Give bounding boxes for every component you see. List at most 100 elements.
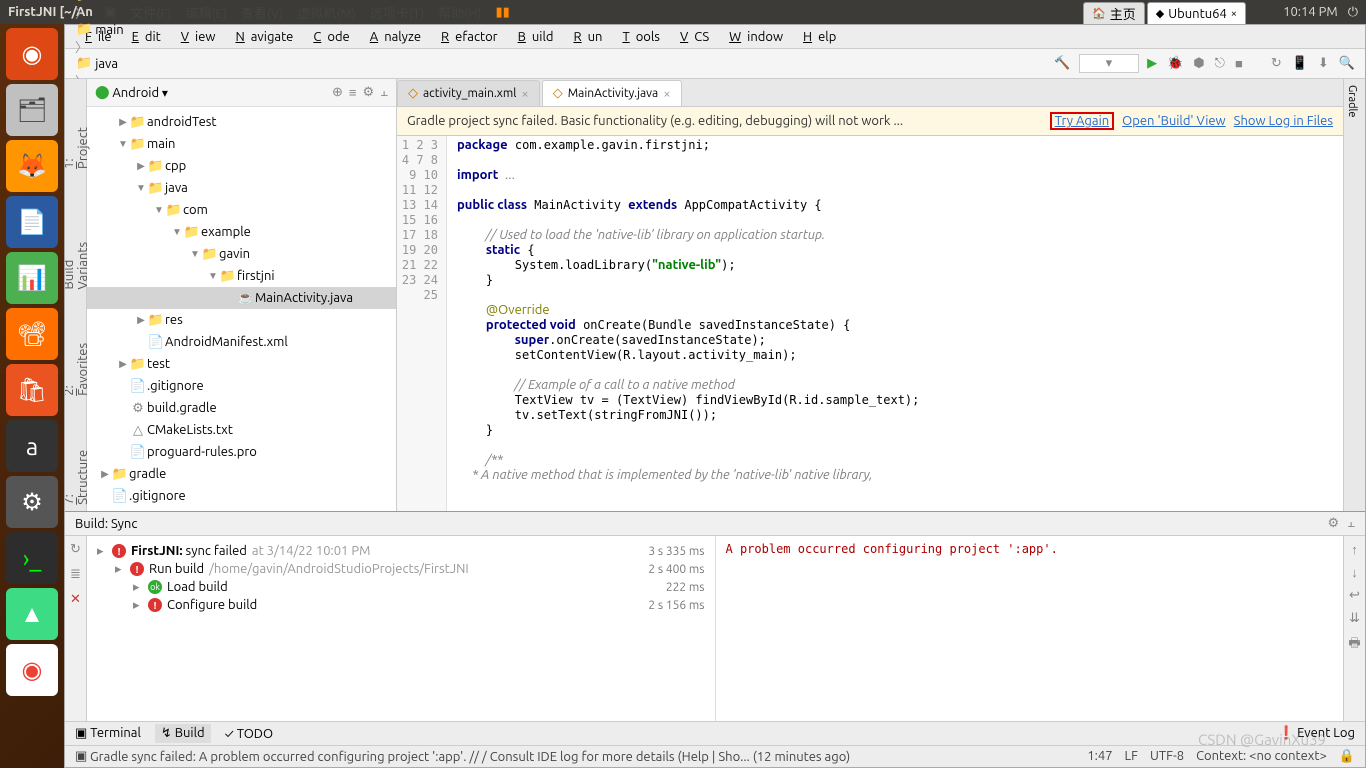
tree-node[interactable]: ▼📁gavin [87, 243, 396, 265]
vm-tab-ubuntu[interactable]: ◆ Ubuntu64 × [1147, 2, 1246, 25]
attach-icon[interactable]: ⎋ [1213, 54, 1227, 73]
wrap-icon[interactable]: ↩ [1349, 588, 1360, 603]
context[interactable]: Context: <no context> [1196, 749, 1327, 764]
tree-node[interactable]: 📄.gitignore [87, 375, 396, 397]
build-console[interactable]: A problem occurred configuring project '… [716, 536, 1344, 721]
show-log-link[interactable]: Show Log in Files [1234, 114, 1333, 128]
vm-tab-home[interactable]: 🏠 主页 [1083, 2, 1145, 25]
line-ending[interactable]: LF [1125, 749, 1138, 764]
structure-tab[interactable]: 7: Structure [65, 432, 92, 511]
vm-help[interactable]: 帮助(H) [434, 3, 485, 22]
menu-refactor[interactable]: Refactor [429, 28, 504, 46]
print-icon[interactable]: 🖶 [1348, 634, 1360, 656]
encoding[interactable]: UTF-8 [1150, 749, 1184, 764]
build-row[interactable]: ▸okLoad build 222 ms [97, 578, 705, 596]
writer-icon[interactable]: 📄 [6, 196, 58, 248]
hide-icon[interactable]: ⫠ [380, 85, 388, 100]
build-row[interactable]: ▸!Run build /home/gavin/AndroidStudioPro… [97, 560, 705, 578]
rerun-icon[interactable]: ↻ [70, 542, 81, 557]
editor-tab[interactable]: ◇MainActivity.java× [542, 80, 682, 106]
tree-node[interactable]: ▶📁test [87, 353, 396, 375]
menu-window[interactable]: Window [717, 28, 789, 46]
search-icon[interactable]: 🔍 [1337, 54, 1357, 73]
editor-tab[interactable]: ◇activity_main.xml× [397, 80, 540, 106]
tree-node[interactable]: ▶📁cpp [87, 155, 396, 177]
build-tab[interactable]: ↯ Build [155, 724, 211, 743]
menu-analyze[interactable]: Analyze [358, 28, 427, 46]
collapse-icon[interactable]: ≡ [349, 85, 357, 100]
tree-node[interactable]: ▼📁example [87, 221, 396, 243]
tree-node[interactable]: ▼📁main [87, 133, 396, 155]
target-icon[interactable]: ⊕ [332, 85, 343, 100]
terminal-icon[interactable]: ›_ [6, 532, 58, 584]
breadcrumb-item[interactable]: 📁src [73, 0, 148, 3]
sync-icon[interactable]: ↻ [1269, 54, 1284, 73]
settings-icon[interactable]: ⚙ [6, 476, 58, 528]
menu-help[interactable]: Help [791, 28, 842, 46]
down-icon[interactable]: ↓ [1351, 565, 1358, 580]
tree-node[interactable]: 📄proguard-rules.pro [87, 441, 396, 463]
tree-node[interactable]: 📄AndroidManifest.xml [87, 331, 396, 353]
menu-build[interactable]: Build [506, 28, 560, 46]
breadcrumb-item[interactable]: 📁java [73, 56, 148, 71]
lock-icon[interactable]: 🔒 [1339, 749, 1355, 764]
todo-tab[interactable]: ✓ TODO [225, 727, 273, 741]
stop-icon[interactable]: ■ [1233, 54, 1245, 73]
scroll-icon[interactable]: ⇊ [1349, 611, 1360, 626]
tree-node[interactable]: ▼📁com [87, 199, 396, 221]
close-icon[interactable]: ✕ [70, 592, 81, 607]
gradle-tab[interactable]: Gradle [1344, 79, 1360, 124]
software-icon[interactable]: 🛍 [6, 364, 58, 416]
impress-icon[interactable]: 📽 [6, 308, 58, 360]
tree-node[interactable]: ▶📁gradle [87, 463, 396, 485]
build-row[interactable]: ▸!Configure build 2 s 156 ms [97, 596, 705, 614]
gear-icon[interactable]: ⚙ [362, 85, 374, 100]
tree-node[interactable]: ▶📁androidTest [87, 111, 396, 133]
favorites-tab[interactable]: 2: Favorites [65, 325, 92, 402]
vm-tabs[interactable]: 选项卡(T) [366, 3, 428, 22]
build-row[interactable]: ▸!FirstJNI: sync failed at 3/14/22 10:01… [97, 542, 705, 560]
tree-node[interactable]: ▶📁res [87, 309, 396, 331]
debug-icon[interactable]: 🐞 [1165, 54, 1185, 73]
menu-navigate[interactable]: Navigate [223, 28, 299, 46]
gear-icon[interactable]: ⚙ [1327, 516, 1339, 531]
menu-code[interactable]: Code [301, 28, 355, 46]
power-icon[interactable]: ⏻ [1348, 5, 1358, 20]
tree-node[interactable]: ☕MainActivity.java [87, 287, 396, 309]
amazon-icon[interactable]: a [6, 420, 58, 472]
hammer-icon[interactable]: 🔨 [1052, 54, 1072, 73]
pause-icon[interactable]: ▮▮ [491, 5, 513, 20]
event-log-tab[interactable]: ❗ Event Log [1278, 726, 1355, 741]
build-variants-tab[interactable]: Build Variants [65, 205, 92, 295]
ubuntu-dash-icon[interactable]: ◉ [6, 28, 58, 80]
open-build-link[interactable]: Open 'Build' View [1122, 114, 1225, 128]
tree-node[interactable]: ▼📁firstjni [87, 265, 396, 287]
vm-edit[interactable]: 编辑(E) [181, 3, 230, 22]
try-again-link[interactable]: Try Again [1050, 112, 1114, 130]
android-studio-icon[interactable]: ▲ [6, 588, 58, 640]
caret-pos[interactable]: 1:47 [1087, 749, 1112, 764]
tree-node[interactable]: ⚙build.gradle [87, 397, 396, 419]
vm-view[interactable]: 查看(V) [237, 3, 287, 22]
close-icon[interactable]: × [663, 87, 670, 101]
firefox-icon[interactable]: 🦊 [6, 140, 58, 192]
avd-icon[interactable]: 📱 [1290, 54, 1310, 73]
menu-vcs[interactable]: VCS [668, 28, 715, 46]
project-tree[interactable]: ▶📁androidTest▼📁main▶📁cpp▼📁java▼📁com▼📁exa… [87, 107, 396, 511]
tree-node[interactable]: 📄.gitignore [87, 485, 396, 507]
chrome-icon[interactable]: ◉ [6, 644, 58, 696]
close-icon[interactable]: × [521, 87, 528, 101]
sdk-icon[interactable]: ⬇ [1316, 54, 1331, 73]
calc-icon[interactable]: 📊 [6, 252, 58, 304]
hide-icon[interactable]: ⫠ [1347, 516, 1355, 531]
code-editor[interactable]: package com.example.gavin.firstjni; impo… [447, 136, 1343, 511]
files-icon[interactable]: 🗂 [6, 84, 58, 136]
run-icon[interactable]: ▶ [1145, 54, 1159, 73]
profile-icon[interactable]: ⬢ [1191, 54, 1206, 73]
project-view-select[interactable]: Android [112, 86, 159, 100]
breadcrumb-item[interactable]: 📁main [73, 22, 148, 37]
menu-view[interactable]: View [169, 28, 222, 46]
tree-node[interactable]: △CMakeLists.txt [87, 419, 396, 441]
terminal-tab[interactable]: ▣ Terminal [75, 726, 141, 741]
run-config-select[interactable]: ▾ [1079, 54, 1140, 73]
